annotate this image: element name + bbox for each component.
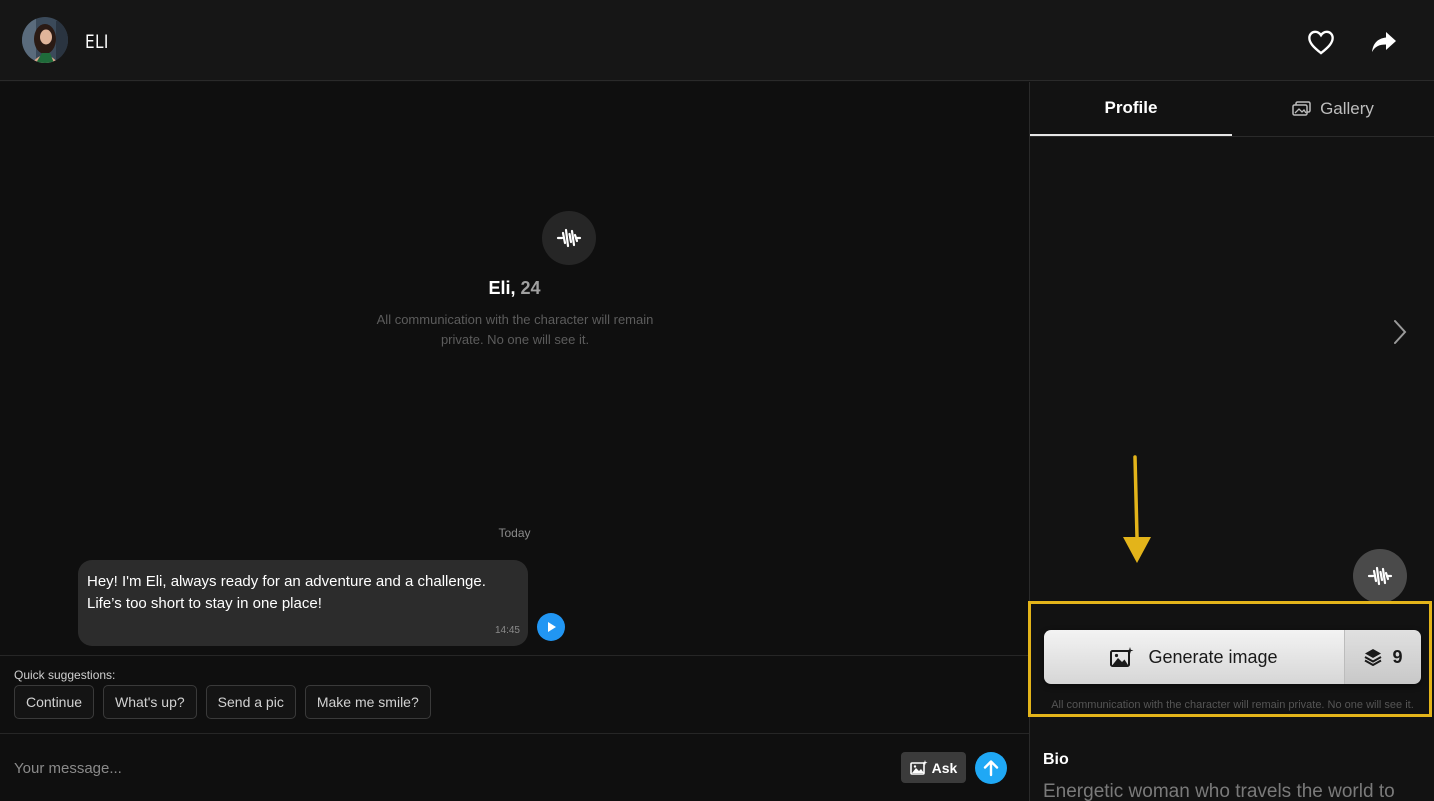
message-bubble: Hey! I'm Eli, always ready for an advent… [78, 560, 528, 646]
privacy-note: All communication with the character wil… [376, 312, 654, 347]
suggestion-chips: Continue What's up? Send a pic Make me s… [14, 685, 431, 719]
annotation-arrow-icon [1123, 455, 1151, 563]
tab-gallery-label: Gallery [1320, 99, 1374, 118]
ask-image-button[interactable]: Ask [901, 752, 966, 783]
message-text: Hey! I'm Eli, always ready for an advent… [87, 573, 486, 612]
character-name: ELI [85, 31, 109, 53]
message-input[interactable] [0, 734, 880, 801]
generate-image-label: Generate image [1148, 646, 1278, 667]
intro-age: 24 [520, 278, 541, 298]
image-sparkle-icon [909, 760, 928, 775]
suggestion-chip[interactable]: Make me smile? [304, 685, 431, 719]
day-separator: Today [498, 526, 531, 540]
layers-icon [1364, 649, 1382, 666]
suggestion-chip[interactable]: What's up? [103, 685, 197, 719]
heart-icon[interactable] [1306, 27, 1336, 57]
tab-profile-label: Profile [1104, 98, 1158, 117]
avatar[interactable] [22, 17, 68, 63]
message-time: 14:45 [494, 625, 520, 636]
chat-area: Eli, 24 All communication with the chara… [0, 82, 1029, 801]
quick-suggestions: Quick suggestions: Continue What's up? S… [0, 655, 1029, 734]
arrow-up-icon [983, 760, 999, 777]
suggestion-chip[interactable]: Continue [14, 685, 95, 719]
share-icon[interactable] [1369, 27, 1399, 57]
ask-label: Ask [931, 759, 958, 776]
play-audio-button[interactable] [537, 613, 565, 641]
suggestion-chip[interactable]: Send a pic [205, 685, 296, 719]
bio-text: Energetic woman who travels the world to [1043, 781, 1395, 801]
gallery-icon [1292, 101, 1311, 116]
chevron-right-icon[interactable] [1388, 314, 1412, 350]
generate-note: All communication with the character wil… [1051, 699, 1414, 711]
generate-image-button[interactable]: Generate image 9 [1044, 630, 1421, 684]
message-composer: Ask [0, 733, 1029, 801]
credits-count: 9 [1392, 646, 1403, 667]
send-button[interactable] [975, 752, 1007, 784]
quick-suggestions-label: Quick suggestions: [14, 668, 116, 682]
top-header: ELI [0, 0, 1434, 81]
tab-gallery[interactable]: Gallery [1232, 82, 1434, 136]
bio-title: Bio [1043, 751, 1069, 768]
panel-tabs: Profile Gallery [1030, 82, 1434, 137]
voice-wave-icon [542, 211, 596, 265]
voice-wave-icon [1367, 566, 1393, 586]
play-icon [548, 622, 556, 632]
intro-name: Eli, [488, 278, 516, 298]
voice-wave-button[interactable] [1353, 549, 1407, 603]
generate-image-main[interactable]: Generate image [1044, 630, 1344, 684]
intro-title: Eli, 24 [0, 278, 1029, 299]
profile-panel: Profile Gallery Generate image 9 All com… [1028, 82, 1434, 801]
tab-profile[interactable]: Profile [1030, 82, 1232, 136]
image-sparkle-icon [1110, 646, 1134, 667]
generate-credits: 9 [1344, 630, 1421, 684]
